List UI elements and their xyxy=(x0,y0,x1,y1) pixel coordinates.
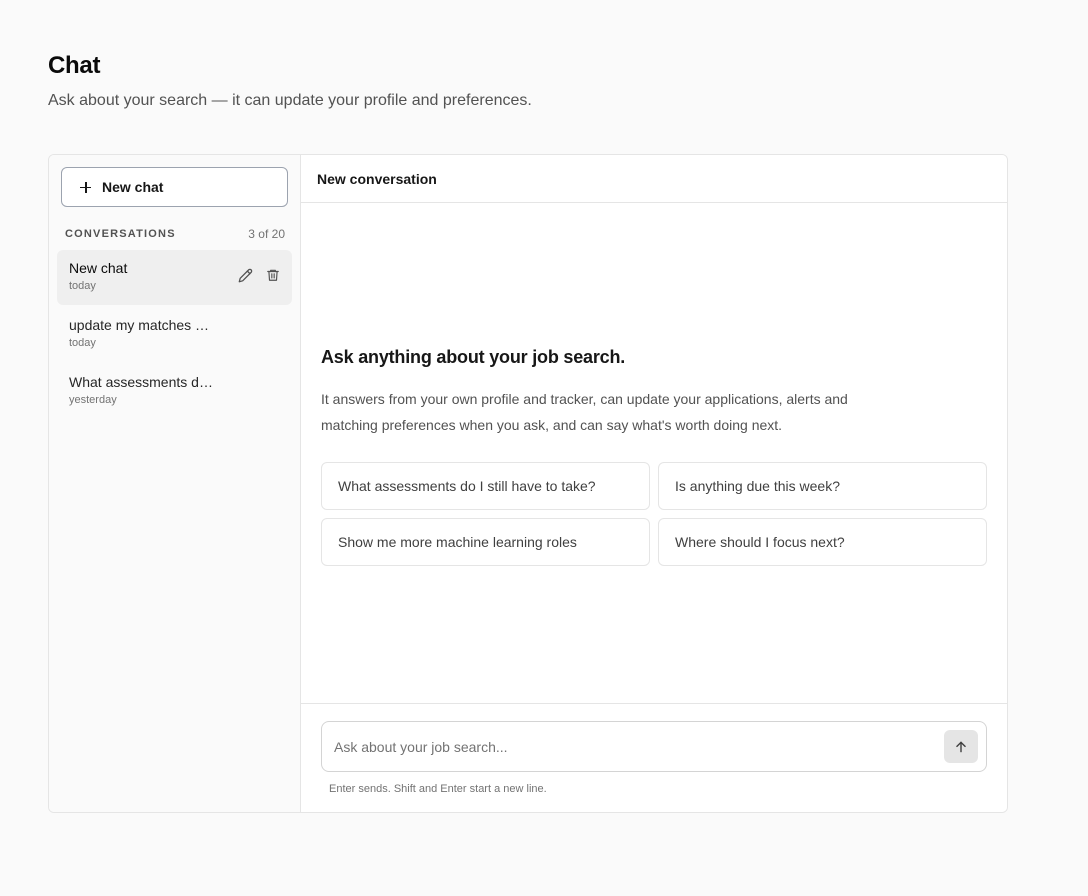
message-input-wrapper xyxy=(321,721,987,772)
conversation-date: today xyxy=(69,337,96,349)
suggestion-button[interactable]: Show me more machine learning roles xyxy=(321,518,650,566)
new-chat-label: New chat xyxy=(102,179,164,195)
page-subtitle: Ask about your search — it can update yo… xyxy=(48,92,532,109)
conversation-sidebar: New chat CONVERSATIONS 3 of 20 New chat … xyxy=(49,155,301,812)
conversation-header: New conversation xyxy=(301,155,1007,203)
pencil-icon[interactable] xyxy=(238,268,254,284)
empty-state: Ask anything about your job search. It a… xyxy=(321,347,987,566)
plus-icon xyxy=(80,181,91,193)
conversation-item-new-chat[interactable]: New chat today xyxy=(57,250,292,305)
conversation-item-update-matches[interactable]: update my matches … today xyxy=(57,307,292,362)
message-composer: Enter sends. Shift and Enter start a new… xyxy=(301,703,1007,812)
page-title: Chat xyxy=(48,52,101,79)
conversation-header-title: New conversation xyxy=(317,170,437,187)
conversations-heading: CONVERSATIONS xyxy=(65,228,176,240)
arrow-up-icon xyxy=(956,741,966,752)
composer-hint: Enter sends. Shift and Enter start a new… xyxy=(329,783,547,795)
conversation-date: yesterday xyxy=(69,394,117,406)
conversation-title: New chat xyxy=(69,260,128,276)
conversations-count: 3 of 20 xyxy=(248,227,285,241)
conversation-actions xyxy=(238,268,282,284)
conversation-item-assessments[interactable]: What assessments d… yesterday xyxy=(57,364,292,419)
conversations-header: CONVERSATIONS 3 of 20 xyxy=(65,227,285,241)
chat-panel: New chat CONVERSATIONS 3 of 20 New chat … xyxy=(48,154,1008,813)
trash-icon[interactable] xyxy=(266,268,282,284)
conversation-title: What assessments d… xyxy=(69,374,213,390)
suggestion-button[interactable]: What assessments do I still have to take… xyxy=(321,462,650,510)
suggestion-button[interactable]: Is anything due this week? xyxy=(658,462,987,510)
conversation-area: New conversation Ask anything about your… xyxy=(301,155,1007,812)
conversation-list: New chat today update my matches … today… xyxy=(57,250,292,421)
message-input[interactable] xyxy=(334,722,934,771)
new-chat-button[interactable]: New chat xyxy=(61,167,288,207)
conversation-title: update my matches … xyxy=(69,317,210,333)
suggestion-grid: What assessments do I still have to take… xyxy=(321,462,987,566)
empty-state-description: It answers from your own profile and tra… xyxy=(321,391,848,433)
send-button[interactable] xyxy=(944,730,978,763)
empty-state-heading: Ask anything about your job search. xyxy=(321,347,626,367)
suggestion-button[interactable]: Where should I focus next? xyxy=(658,518,987,566)
